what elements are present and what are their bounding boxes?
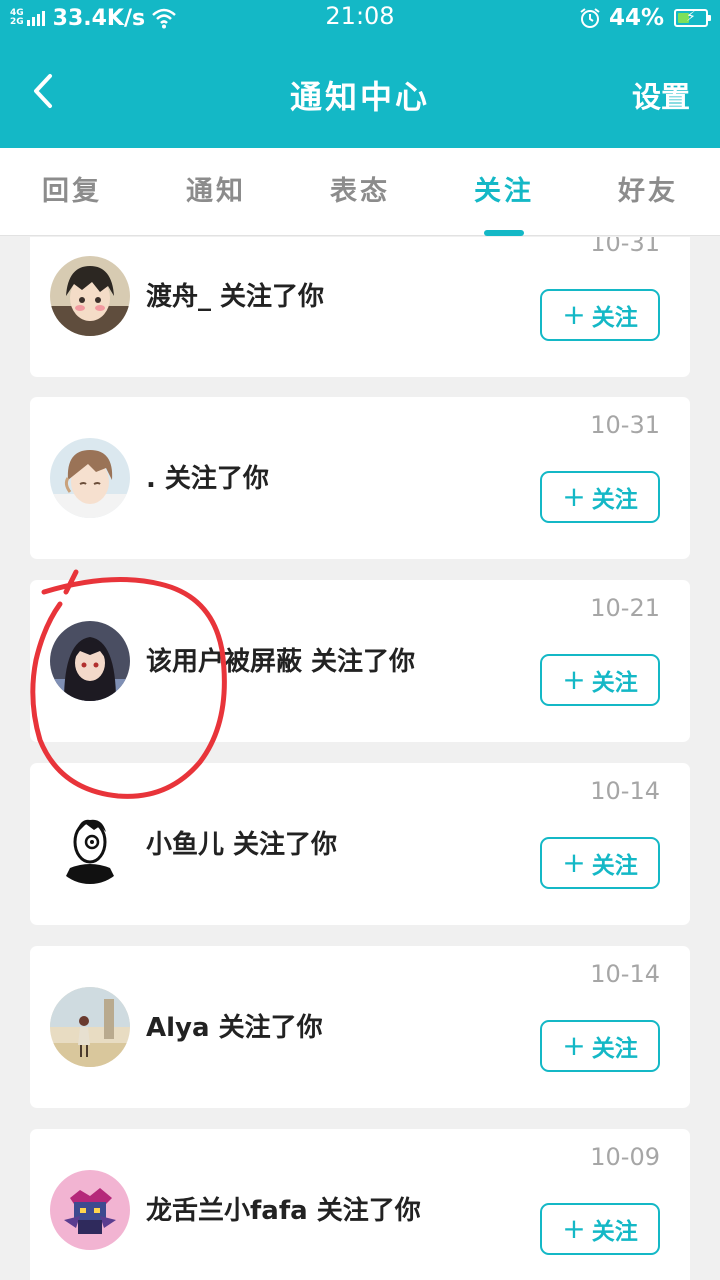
follow-label: 关注 <box>591 1219 638 1245</box>
list-item[interactable]: 小鱼儿 关注了你 10-14 + 关注 <box>30 763 690 925</box>
list-item[interactable]: 渡舟_ 关注了你 10-31 + 关注 <box>30 237 690 377</box>
follow-label: 关注 <box>591 670 638 696</box>
follow-button[interactable]: + 关注 <box>540 1020 660 1072</box>
notification-text: 龙舌兰小fafa 关注了你 <box>146 1196 421 1226</box>
list-item[interactable]: 龙舌兰小fafa 关注了你 10-09 + 关注 <box>30 1129 690 1280</box>
tab-bar: 回复 通知 表态 关注 好友 <box>0 148 720 236</box>
follow-button[interactable]: + 关注 <box>540 837 660 889</box>
app-header: 通知中心 设置 <box>0 36 720 148</box>
notification-date: 10-14 <box>590 960 660 988</box>
plus-icon: + <box>562 663 586 696</box>
tab-friends[interactable]: 好友 <box>576 148 720 236</box>
notification-text: 该用户被屏蔽 关注了你 <box>146 647 416 677</box>
tab-reply[interactable]: 回复 <box>0 148 144 236</box>
page-title: 通知中心 <box>289 78 430 116</box>
notification-date: 10-09 <box>590 1143 660 1171</box>
battery-charging-icon: ⚡ <box>674 9 711 27</box>
plus-icon: + <box>562 1029 586 1062</box>
follow-label: 关注 <box>591 853 638 879</box>
tab-follows[interactable]: 关注 <box>432 148 576 236</box>
plus-icon: + <box>562 480 586 513</box>
list-item[interactable]: Alya 关注了你 10-14 + 关注 <box>30 946 690 1108</box>
avatar[interactable] <box>50 438 130 518</box>
status-bar: 4G 2G 33.4K/s 21:08 44% ⚡ <box>0 0 720 36</box>
avatar[interactable] <box>50 804 130 884</box>
avatar[interactable] <box>50 1170 130 1250</box>
list-item[interactable]: . 关注了你 10-31 + 关注 <box>30 397 690 559</box>
tab-label: 通知 <box>186 176 246 207</box>
notification-list[interactable]: 渡舟_ 关注了你 10-31 + 关注 . 关注了你 10-31 + 关注 该用… <box>0 237 720 1280</box>
notification-date: 10-21 <box>590 594 660 622</box>
plus-icon: + <box>562 298 586 331</box>
avatar[interactable] <box>50 987 130 1067</box>
notification-date: 10-14 <box>590 777 660 805</box>
follow-button[interactable]: + 关注 <box>540 654 660 706</box>
plus-icon: + <box>562 846 586 879</box>
notification-text: Alya 关注了你 <box>146 1013 323 1043</box>
follow-button[interactable]: + 关注 <box>540 1203 660 1255</box>
follow-label: 关注 <box>591 1036 638 1062</box>
notification-text: 小鱼儿 关注了你 <box>146 830 338 860</box>
tab-label: 好友 <box>618 176 678 207</box>
tab-notice[interactable]: 通知 <box>144 148 288 236</box>
follow-label: 关注 <box>591 487 638 513</box>
notification-text: 渡舟_ 关注了你 <box>146 282 325 312</box>
status-right: 44% ⚡ <box>579 3 711 33</box>
avatar[interactable] <box>50 621 130 701</box>
plus-icon: + <box>562 1212 586 1245</box>
follow-label: 关注 <box>591 305 638 331</box>
battery-percent: 44% <box>608 5 664 31</box>
follow-button[interactable]: + 关注 <box>540 471 660 523</box>
notification-date: 10-31 <box>590 411 660 439</box>
settings-button[interactable]: 设置 <box>632 74 690 116</box>
tab-label: 关注 <box>474 176 534 207</box>
list-item[interactable]: 该用户被屏蔽 关注了你 10-21 + 关注 <box>30 580 690 742</box>
tab-active-indicator <box>484 230 524 236</box>
notification-text: . 关注了你 <box>146 464 269 494</box>
notification-date: 10-31 <box>590 237 660 257</box>
screen: 4G 2G 33.4K/s 21:08 44% ⚡ 通知中心 设置 回复 通知 … <box>0 0 720 1280</box>
bolt-icon: ⚡ <box>686 9 696 25</box>
follow-button[interactable]: + 关注 <box>540 289 660 341</box>
alarm-icon <box>580 8 600 28</box>
tab-label: 回复 <box>42 176 102 207</box>
avatar[interactable] <box>50 256 130 336</box>
tab-reactions[interactable]: 表态 <box>288 148 432 236</box>
tab-label: 表态 <box>330 176 390 207</box>
